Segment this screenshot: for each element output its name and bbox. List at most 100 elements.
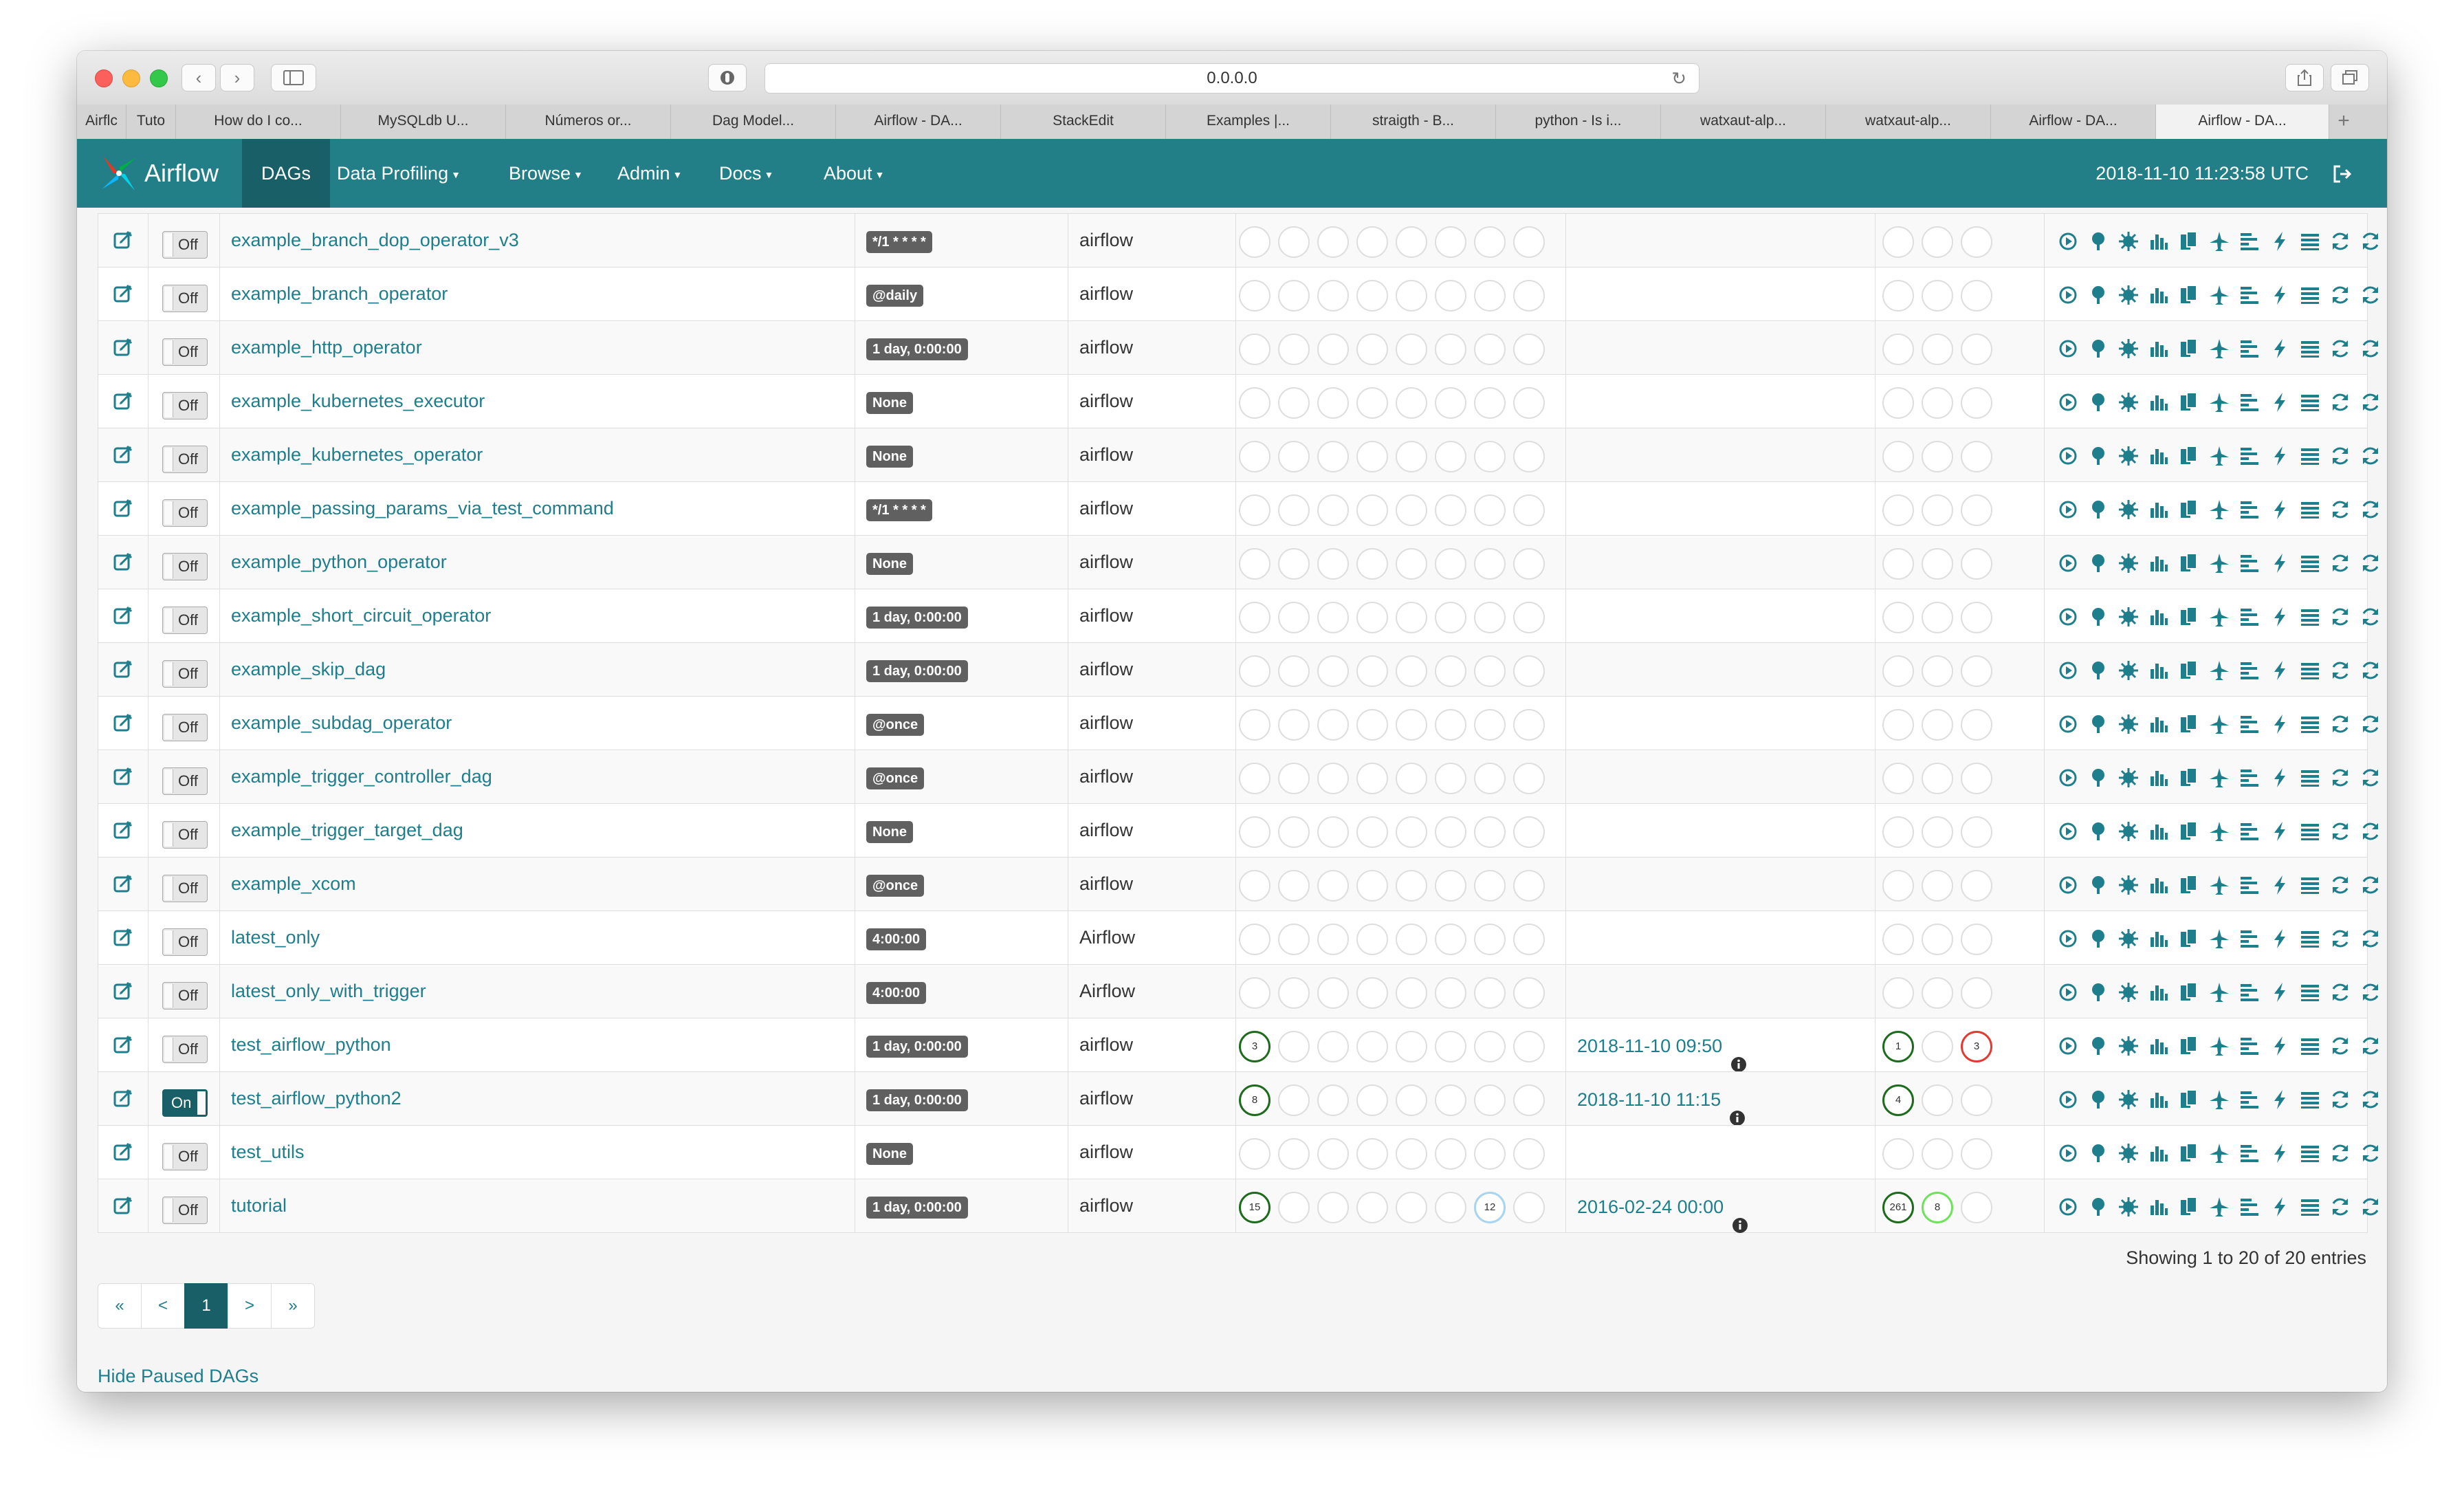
task-tries-icon[interactable] — [2178, 820, 2200, 842]
refresh-icon[interactable] — [2360, 445, 2382, 467]
gantt-icon[interactable] — [2238, 713, 2260, 735]
next-page-button[interactable]: > — [228, 1283, 272, 1329]
task-duration-icon[interactable] — [2148, 391, 2170, 413]
task-tries-icon[interactable] — [2178, 928, 2200, 950]
browser-tab[interactable]: How do I co... — [176, 105, 341, 139]
code-view-icon[interactable] — [2269, 284, 2291, 306]
refresh-icon[interactable] — [2360, 499, 2382, 521]
refresh-icon[interactable] — [2329, 659, 2351, 681]
last-run-link[interactable]: 2018-11-10 09:50 — [1577, 1018, 1747, 1073]
landing-times-icon[interactable] — [2208, 391, 2230, 413]
logs-icon[interactable] — [2299, 338, 2321, 360]
dag-name-link[interactable]: example_branch_operator — [231, 268, 448, 320]
task-tries-icon[interactable] — [2178, 874, 2200, 896]
trigger-dag-icon[interactable] — [2057, 284, 2079, 306]
code-view-icon[interactable] — [2269, 820, 2291, 842]
landing-times-icon[interactable] — [2208, 338, 2230, 360]
browser-tab[interactable]: Airflow - DA... — [836, 105, 1001, 139]
trigger-dag-icon[interactable] — [2057, 391, 2079, 413]
graph-view-icon[interactable] — [2118, 552, 2140, 574]
gantt-icon[interactable] — [2238, 820, 2260, 842]
task-tries-icon[interactable] — [2178, 552, 2200, 574]
code-view-icon[interactable] — [2269, 445, 2291, 467]
refresh-icon[interactable] — [2329, 230, 2351, 252]
gantt-icon[interactable] — [2238, 1196, 2260, 1218]
dag-name-link[interactable]: example_kubernetes_operator — [231, 428, 483, 481]
graph-view-icon[interactable] — [2118, 659, 2140, 681]
refresh-icon[interactable] — [2360, 230, 2382, 252]
task-duration-icon[interactable] — [2148, 1142, 2170, 1164]
dag-name-link[interactable]: example_subdag_operator — [231, 697, 452, 750]
landing-times-icon[interactable] — [2208, 874, 2230, 896]
task-duration-icon[interactable] — [2148, 284, 2170, 306]
logs-icon[interactable] — [2299, 981, 2321, 1003]
trigger-dag-icon[interactable] — [2057, 1142, 2079, 1164]
close-window-button[interactable] — [95, 69, 113, 87]
privacy-button[interactable] — [708, 64, 747, 91]
code-view-icon[interactable] — [2269, 874, 2291, 896]
info-icon[interactable] — [1729, 1093, 1746, 1126]
landing-times-icon[interactable] — [2208, 606, 2230, 628]
code-view-icon[interactable] — [2269, 391, 2291, 413]
dag-name-link[interactable]: latest_only_with_trigger — [231, 965, 426, 1018]
graph-view-icon[interactable] — [2118, 606, 2140, 628]
dag-name-link[interactable]: example_skip_dag — [231, 643, 386, 696]
dag-name-link[interactable]: example_branch_dop_operator_v3 — [231, 214, 519, 267]
task-duration-icon[interactable] — [2148, 230, 2170, 252]
logs-icon[interactable] — [2299, 284, 2321, 306]
refresh-icon[interactable] — [2360, 713, 2382, 735]
dag-name-link[interactable]: test_utils — [231, 1126, 305, 1179]
code-view-icon[interactable] — [2269, 713, 2291, 735]
logs-icon[interactable] — [2299, 767, 2321, 789]
hide-paused-dags-link[interactable]: Hide Paused DAGs — [98, 1366, 258, 1387]
page-1-button[interactable]: 1 — [184, 1283, 228, 1329]
task-duration-icon[interactable] — [2148, 928, 2170, 950]
nav-admin[interactable]: Admin ▼ — [598, 139, 701, 208]
dag-run-circle[interactable]: 261 — [1882, 1192, 1914, 1223]
landing-times-icon[interactable] — [2208, 820, 2230, 842]
nav-browse[interactable]: Browse ▼ — [490, 139, 602, 208]
browser-tab[interactable]: watxaut-alp... — [1826, 105, 1991, 139]
browser-tab[interactable]: MySQLdb U... — [341, 105, 506, 139]
task-state-circle[interactable]: 3 — [1239, 1031, 1270, 1062]
browser-tab[interactable]: Airflow - DA... — [1991, 105, 2156, 139]
gantt-icon[interactable] — [2238, 874, 2260, 896]
dag-pause-toggle[interactable]: Off — [162, 714, 208, 741]
landing-times-icon[interactable] — [2208, 445, 2230, 467]
browser-tab[interactable]: python - Is i... — [1496, 105, 1661, 139]
last-run-link[interactable]: 2018-11-10 11:15 — [1577, 1072, 1746, 1127]
dag-name-link[interactable]: tutorial — [231, 1179, 287, 1232]
refresh-icon[interactable] — [2360, 338, 2382, 360]
refresh-icon[interactable] — [2360, 659, 2382, 681]
last-run-link[interactable]: 2016-02-24 00:00 — [1577, 1179, 1748, 1234]
dag-pause-toggle[interactable]: Off — [162, 1197, 208, 1224]
first-page-button[interactable]: « — [98, 1283, 142, 1329]
task-tries-icon[interactable] — [2178, 445, 2200, 467]
trigger-dag-icon[interactable] — [2057, 1035, 2079, 1057]
code-view-icon[interactable] — [2269, 1089, 2291, 1111]
browser-tab[interactable]: Examples |... — [1166, 105, 1331, 139]
tree-view-icon[interactable] — [2087, 820, 2109, 842]
trigger-dag-icon[interactable] — [2057, 767, 2079, 789]
refresh-icon[interactable] — [2329, 499, 2351, 521]
trigger-dag-icon[interactable] — [2057, 499, 2079, 521]
tree-view-icon[interactable] — [2087, 284, 2109, 306]
trigger-dag-icon[interactable] — [2057, 445, 2079, 467]
code-view-icon[interactable] — [2269, 767, 2291, 789]
task-duration-icon[interactable] — [2148, 1196, 2170, 1218]
task-tries-icon[interactable] — [2178, 499, 2200, 521]
dag-name-link[interactable]: test_airflow_python — [231, 1018, 391, 1071]
task-tries-icon[interactable] — [2178, 606, 2200, 628]
task-duration-icon[interactable] — [2148, 820, 2170, 842]
refresh-icon[interactable] — [2360, 767, 2382, 789]
graph-view-icon[interactable] — [2118, 391, 2140, 413]
reload-icon[interactable]: ↻ — [1671, 64, 1686, 93]
landing-times-icon[interactable] — [2208, 284, 2230, 306]
logs-icon[interactable] — [2299, 1196, 2321, 1218]
dag-name-link[interactable]: example_short_circuit_operator — [231, 589, 491, 642]
logs-icon[interactable] — [2299, 499, 2321, 521]
dag-run-circle[interactable]: 4 — [1882, 1084, 1914, 1116]
tree-view-icon[interactable] — [2087, 338, 2109, 360]
zoom-window-button[interactable] — [150, 69, 168, 87]
refresh-icon[interactable] — [2329, 1035, 2351, 1057]
